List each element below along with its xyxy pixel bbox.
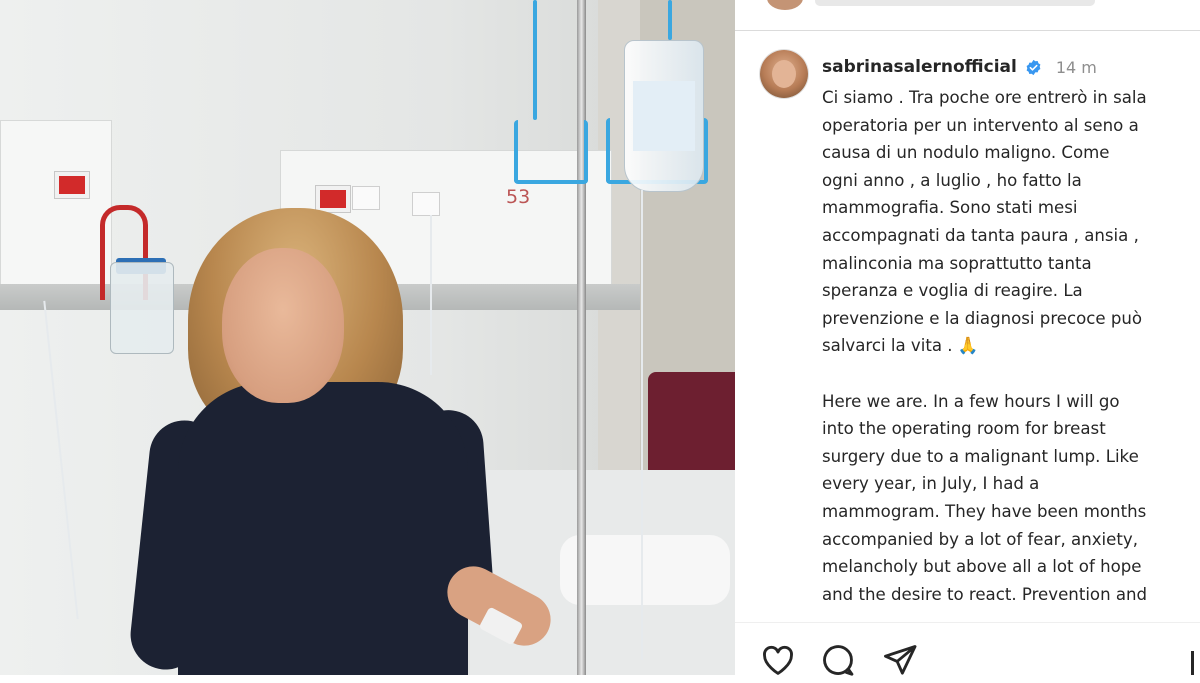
caption-italian: Ci siamo . Tra poche ore entrerò in sala… [822,88,1147,356]
avatar[interactable] [760,50,808,98]
avatar[interactable] [767,0,803,10]
wall-socket [412,192,440,216]
wall-socket [352,186,380,210]
person-torso [178,382,468,675]
iv-hook-stem [533,0,537,120]
cable [430,215,432,375]
heart-icon [763,645,793,675]
red-indicator-left [55,172,89,198]
wall-panel-left [0,120,112,292]
red-indicator-right [316,186,350,212]
person-face [222,248,344,403]
share-button[interactable] [881,641,919,679]
comment-button[interactable] [819,641,857,679]
previous-header-text [815,0,1095,6]
bookmark-icon[interactable] [1191,651,1194,675]
comment-bubble-icon [823,645,854,676]
post-caption: Ci siamo . Tra poche ore entrerò in sala… [822,84,1194,622]
iv-hook-left [514,120,588,184]
caption-clip [822,614,1194,622]
paper-plane-icon [884,645,917,675]
post-photo: 53 [0,0,735,675]
room-number: 53 [506,186,531,208]
post-author-row: sabrinasalernofficial 14 m [822,55,1097,79]
post-time: 14 m [1055,57,1097,77]
like-button[interactable] [759,641,797,679]
suction-jar [110,262,174,354]
iv-hook-stem [668,0,672,40]
post-side-panel: sabrinasalernofficial 14 m Ci siamo . Tr… [735,0,1200,676]
username-link[interactable]: sabrinasalernofficial [822,57,1017,77]
action-bar [735,622,1200,676]
iv-tube [641,190,643,660]
iv-bottle [624,40,704,192]
caption-english: Here we are. In a few hours I will go in… [822,391,1148,622]
iv-pole [577,0,586,675]
previous-post-header [735,0,1200,31]
verified-badge-icon [1026,59,1041,75]
